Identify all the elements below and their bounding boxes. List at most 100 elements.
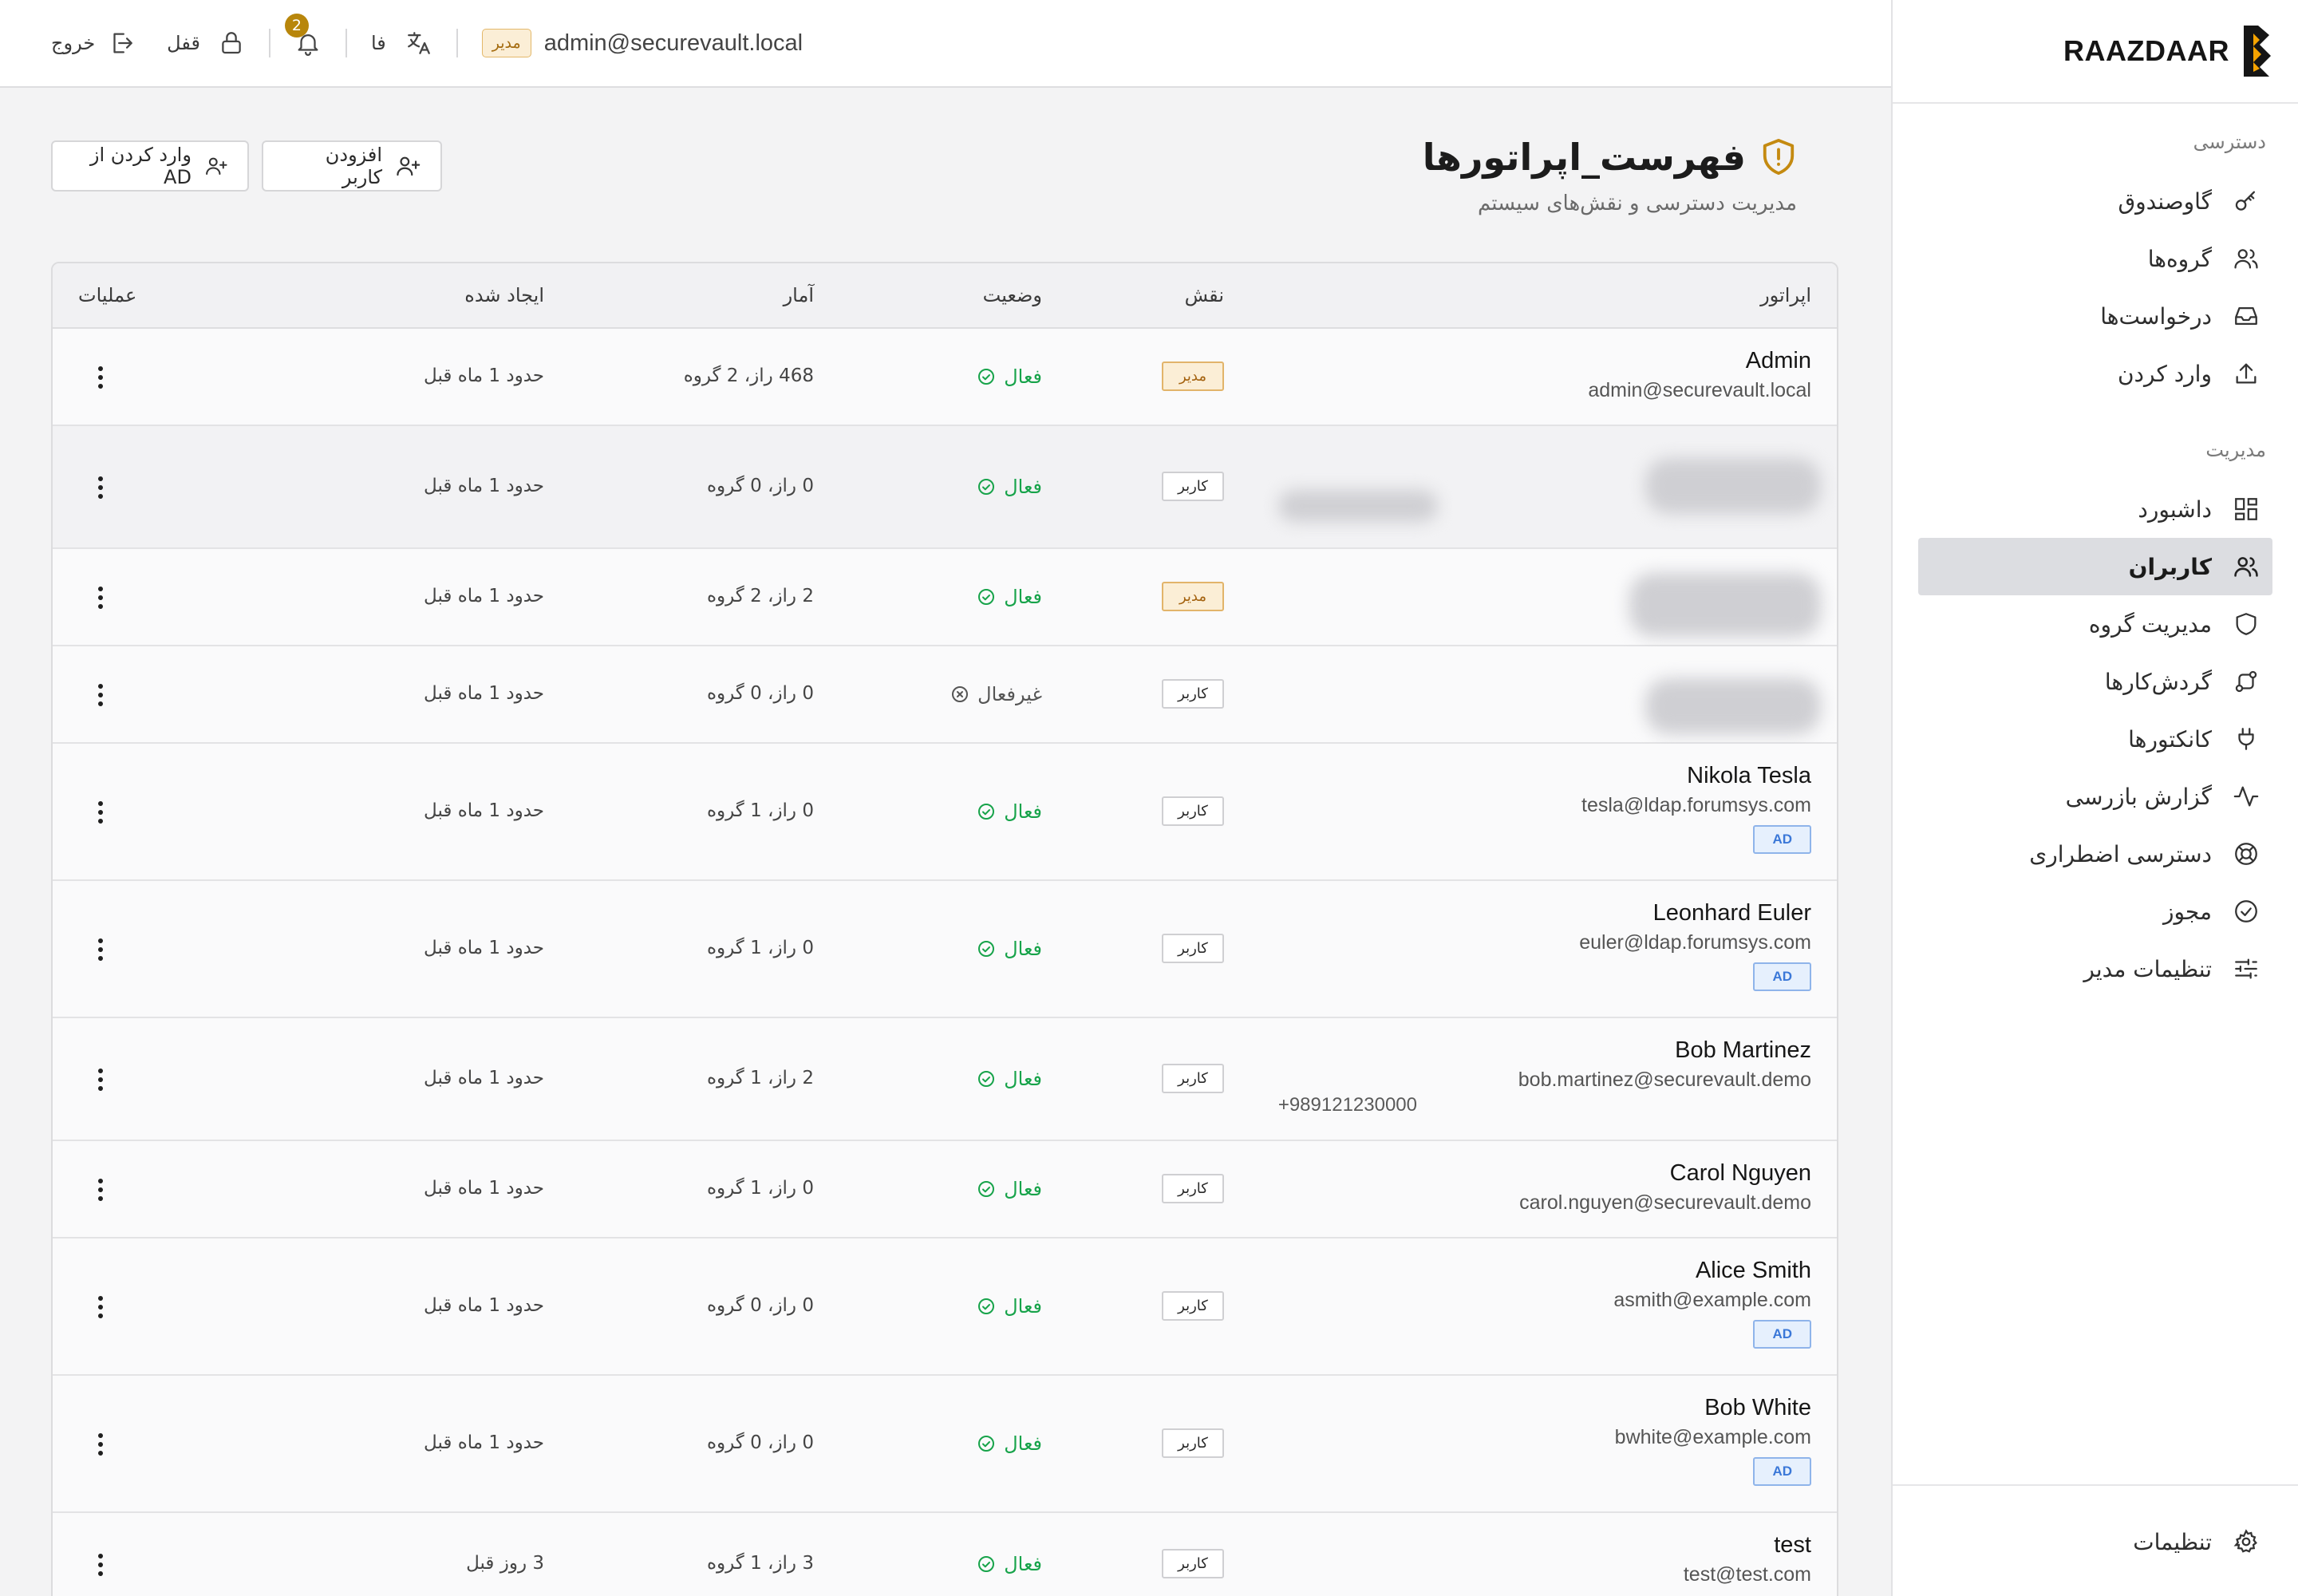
- column-stats[interactable]: آمار: [784, 284, 814, 306]
- add-user-button[interactable]: افزودن کاربر: [262, 140, 442, 192]
- import-from-ad-button[interactable]: وارد کردن از AD: [51, 140, 249, 192]
- role-badge: کاربر: [1162, 796, 1224, 826]
- row-actions-menu-icon[interactable]: [91, 1428, 110, 1460]
- user-name: test: [1774, 1532, 1811, 1558]
- check-circle-icon: [978, 804, 995, 820]
- sidebar-item-label: کاربران: [2128, 553, 2212, 580]
- brand[interactable]: RAAZDAAR: [1893, 0, 2298, 104]
- stats-cell: 0 راز، 1 گروه: [706, 1178, 814, 1199]
- operator-cell: Bob Martinez bob.martinez@securevault.dem…: [1518, 1037, 1811, 1092]
- row-actions-menu-icon[interactable]: [91, 582, 110, 614]
- gear-icon: [2233, 1528, 2260, 1555]
- lock-button[interactable]: قفل: [167, 30, 245, 57]
- status-indicator: فعال: [977, 365, 1042, 388]
- role-badge: کاربر: [1162, 1291, 1224, 1321]
- sidebar-item-emergency-access[interactable]: دسترسی اضطراری: [1918, 825, 2272, 883]
- table-row[interactable]: Admin admin@securevault.local مدیر فعال 468 …: [53, 329, 1837, 426]
- table-row[interactable]: کاربر فعال 0 راز، 0 گروه حدود 1 ماه قبل: [53, 426, 1837, 549]
- column-created[interactable]: ایجاد شده: [464, 284, 544, 306]
- shield-alert-icon: [1763, 139, 1795, 176]
- ad-badge: AD: [1753, 1320, 1811, 1349]
- user-email: tesla@ldap.forumsys.com: [1581, 794, 1811, 816]
- created-cell: 3 روز قبل: [466, 1553, 544, 1574]
- sidebar-item-admin-settings[interactable]: تنظیمات مدیر: [1918, 940, 2272, 998]
- check-circle-icon: [978, 479, 995, 495]
- status-indicator: فعال: [977, 800, 1042, 823]
- created-cell: حدود 1 ماه قبل: [424, 1295, 544, 1316]
- created-cell: حدود 1 ماه قبل: [424, 586, 544, 606]
- check-circle-icon: [978, 589, 995, 605]
- table-row[interactable]: Alice Smith asmith@example.com AD کاربر فعال…: [53, 1238, 1837, 1376]
- row-actions-menu-icon[interactable]: [91, 1291, 110, 1323]
- page-title: فهرست_اپراتورها: [1423, 136, 1797, 179]
- column-actions: عملیات: [78, 284, 137, 306]
- column-operator[interactable]: اپراتور: [1760, 284, 1811, 306]
- sidebar-item-import[interactable]: وارد کردن: [1918, 345, 2272, 402]
- sidebar-item-settings[interactable]: تنظیمات: [1918, 1513, 2272, 1570]
- import-ad-label: وارد کردن از AD: [89, 144, 192, 188]
- sidebar-item-license[interactable]: مجوز: [1918, 883, 2272, 940]
- logout-button[interactable]: خروج: [51, 30, 135, 57]
- user-plus-icon: [206, 157, 227, 176]
- nav-section-access: دسترسی: [2193, 131, 2266, 153]
- logout-label: خروج: [51, 32, 96, 54]
- row-actions-menu-icon[interactable]: [91, 472, 110, 504]
- user-email: asmith@example.com: [1613, 1289, 1811, 1311]
- created-cell: حدود 1 ماه قبل: [424, 800, 544, 821]
- table-row[interactable]: Bob Martinez bob.martinez@securevault.dem…: [53, 1018, 1837, 1141]
- row-actions-menu-icon[interactable]: [91, 796, 110, 828]
- user-phone: +989121230000: [1277, 1094, 1417, 1116]
- role-badge: کاربر: [1162, 1549, 1224, 1578]
- row-actions-menu-icon[interactable]: [91, 679, 110, 711]
- sidebar-item-label: تنظیمات مدیر: [2083, 955, 2212, 982]
- sidebar-item-label: مجوز: [2162, 898, 2212, 925]
- sidebar-item-vault[interactable]: گاوصندوق: [1918, 172, 2272, 230]
- sidebar-item-label: وارد کردن: [2117, 360, 2212, 387]
- row-actions-menu-icon[interactable]: [91, 1064, 110, 1096]
- sidebar-footer: تنظیمات: [1893, 1484, 2298, 1596]
- table-row[interactable]: test test@test.com کاربر فعال 3 راز، 1 گروه 3…: [53, 1513, 1837, 1596]
- raazdaar-logo-icon: [2244, 26, 2271, 77]
- language-switcher[interactable]: فا: [371, 30, 432, 57]
- user-email: admin@securevault.local: [1588, 379, 1811, 401]
- sidebar-item-dashboard[interactable]: داشبورد: [1918, 480, 2272, 538]
- sidebar-item-label: داشبورد: [2138, 496, 2212, 523]
- key-icon: [2233, 188, 2260, 215]
- sidebar-item-group-management[interactable]: مدیریت گروه: [1918, 595, 2272, 653]
- brand-name: RAAZDAAR: [2063, 34, 2229, 67]
- check-circle-icon: [978, 1556, 995, 1572]
- sidebar-item-users[interactable]: کاربران: [1918, 538, 2272, 595]
- column-role[interactable]: نقش: [1185, 284, 1224, 306]
- sidebar-item-label: کانکتورها: [2128, 725, 2212, 753]
- row-actions-menu-icon[interactable]: [91, 934, 110, 966]
- created-cell: حدود 1 ماه قبل: [424, 1178, 544, 1199]
- sidebar-item-connectors[interactable]: کانکتورها: [1918, 710, 2272, 768]
- status-indicator: فعال: [977, 938, 1042, 960]
- notifications-button[interactable]: 2: [284, 14, 322, 57]
- table-row[interactable]: مدیر فعال 2 راز، 2 گروه حدود 1 ماه قبل: [53, 549, 1837, 646]
- sidebar-item-label: مدیریت گروه: [2088, 610, 2212, 638]
- divider: [345, 29, 347, 57]
- table-row[interactable]: Leonhard Euler euler@ldap.forumsys.com AD ک…: [53, 881, 1837, 1018]
- sidebar-item-groups[interactable]: گروه‌ها: [1918, 230, 2272, 287]
- status-label: فعال: [1004, 1553, 1042, 1575]
- table-row[interactable]: Carol Nguyen carol.nguyen@securevault.dem…: [53, 1141, 1837, 1238]
- column-status[interactable]: وضعیت: [983, 284, 1042, 306]
- sidebar-item-workflows[interactable]: گردش‌کارها: [1918, 653, 2272, 710]
- row-actions-menu-icon[interactable]: [91, 361, 110, 393]
- row-actions-menu-icon[interactable]: [91, 1174, 110, 1206]
- operator-cell: Nikola Tesla tesla@ldap.forumsys.com AD: [1581, 763, 1811, 854]
- sidebar-item-requests[interactable]: درخواست‌ها: [1918, 287, 2272, 345]
- inbox-icon: [2233, 302, 2260, 330]
- sidebar-item-audit-log[interactable]: گزارش بازرسی: [1918, 768, 2272, 825]
- table-row[interactable]: Nikola Tesla tesla@ldap.forumsys.com AD کار…: [53, 744, 1837, 881]
- row-actions-menu-icon[interactable]: [91, 1549, 110, 1581]
- sidebar-item-label: گردش‌کارها: [2104, 668, 2212, 695]
- status-label: فعال: [1004, 1295, 1042, 1317]
- status-label: فعال: [1004, 586, 1042, 608]
- table-row[interactable]: کاربر غیرفعال 0 راز، 0 گروه حدود 1 ماه قبل: [53, 646, 1837, 744]
- table-row[interactable]: Bob White bwhite@example.com AD کاربر فعال 0 …: [53, 1376, 1837, 1513]
- page-title-text: فهرست_اپراتورها: [1422, 136, 1746, 179]
- lock-label: قفل: [167, 32, 200, 54]
- nav-section-management: مدیریت: [2205, 439, 2266, 461]
